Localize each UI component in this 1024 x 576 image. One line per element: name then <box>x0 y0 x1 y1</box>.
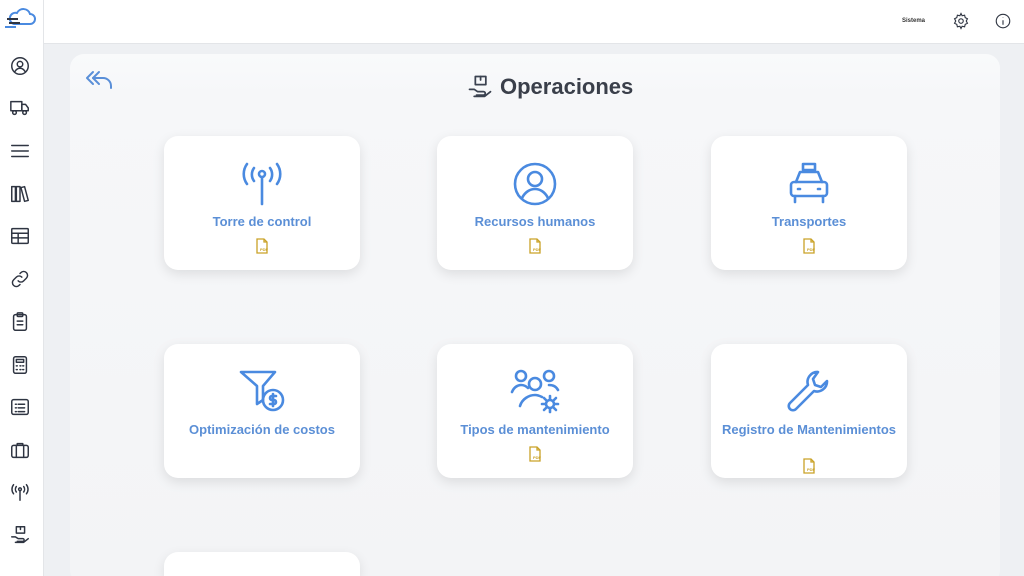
hand-box-icon[interactable] <box>7 522 33 548</box>
back-arrow-icon[interactable] <box>84 68 114 92</box>
pdf-icon[interactable]: PDF <box>255 238 269 254</box>
brand-label: Sistema <box>902 18 926 24</box>
taxi-icon <box>784 160 834 208</box>
cloud-logo-icon[interactable] <box>4 6 38 30</box>
pdf-icon[interactable]: PDF <box>802 238 816 254</box>
sidebar <box>0 0 44 576</box>
pdf-icon[interactable]: PDF <box>528 238 542 254</box>
main-panel <box>70 54 1000 576</box>
card-label: Transportes <box>771 214 847 229</box>
user-circle-icon <box>510 160 560 208</box>
list-icon[interactable] <box>7 394 33 420</box>
card-label: Tipos de mantenimiento <box>460 422 610 437</box>
books-icon[interactable] <box>7 181 33 207</box>
card-registro-de-mantenimientos[interactable]: Registro de Mantenimientos PDF <box>711 344 907 478</box>
antenna-icon <box>237 160 287 208</box>
users-gear-icon <box>510 368 560 416</box>
card-optimizacion-de-costos[interactable]: Optimización de costos <box>164 344 360 478</box>
pdf-icon[interactable]: PDF <box>528 446 542 462</box>
brand-text: Sistema <box>902 10 925 32</box>
card-label: Registro de Mantenimientos <box>721 422 897 437</box>
pdf-tag: PDF <box>533 455 541 460</box>
card-label: Optimización de costos <box>189 422 335 437</box>
pdf-tag: PDF <box>533 247 541 252</box>
pdf-tag: PDF <box>260 247 268 252</box>
pdf-tag: PDF <box>807 247 815 252</box>
page-title: Operaciones <box>500 74 634 99</box>
gear-icon[interactable] <box>950 10 972 32</box>
card-label: Recursos humanos <box>474 214 596 229</box>
card-transportes[interactable]: Transportes PDF <box>711 136 907 270</box>
card-label: Torre de control <box>212 214 312 229</box>
top-bar <box>0 0 1024 44</box>
page-header: Operaciones <box>466 72 633 102</box>
clipboard-icon[interactable] <box>7 309 33 335</box>
link-icon[interactable] <box>7 266 33 292</box>
info-icon[interactable] <box>992 10 1014 32</box>
hand-box-icon <box>468 75 492 98</box>
truck-icon[interactable] <box>7 95 33 121</box>
filter-dollar-icon <box>237 368 287 416</box>
table-icon[interactable] <box>7 223 33 249</box>
card-tipos-de-mantenimiento[interactable]: Tipos de mantenimiento PDF <box>437 344 633 478</box>
pdf-tag: PDF <box>807 467 815 472</box>
menu-icon[interactable] <box>7 138 33 164</box>
pdf-icon[interactable]: PDF <box>802 458 816 474</box>
card-recursos-humanos[interactable]: Recursos humanos PDF <box>437 136 633 270</box>
briefcase-icon[interactable] <box>7 437 33 463</box>
calculator-icon[interactable] <box>7 352 33 378</box>
card-partial[interactable] <box>164 552 360 576</box>
wrench-icon <box>784 368 834 416</box>
antenna-icon[interactable] <box>7 479 33 505</box>
user-circle-icon[interactable] <box>7 53 33 79</box>
card-torre-de-control[interactable]: Torre de control PDF <box>164 136 360 270</box>
